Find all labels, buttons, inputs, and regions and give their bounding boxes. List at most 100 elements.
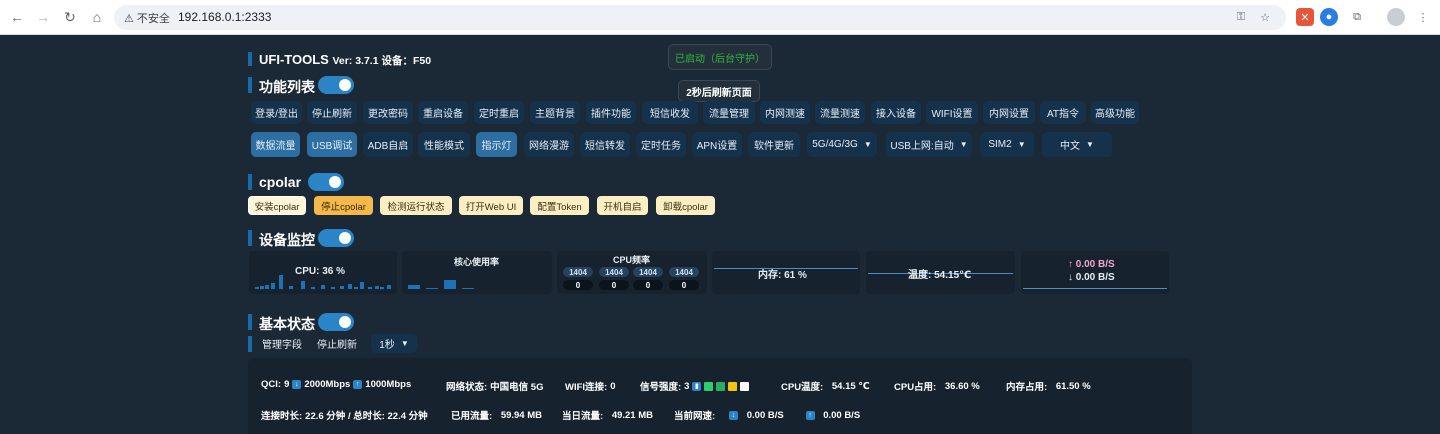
autostart-button[interactable]: 开机自启 <box>597 196 648 215</box>
toggle-button[interactable]: 短信转发 <box>580 132 630 157</box>
basic-status-title: 基本状态 <box>259 316 315 332</box>
toggle-button[interactable]: 网络漫游 <box>524 132 574 157</box>
forward-icon[interactable]: → <box>32 6 54 28</box>
cpu-history-bar <box>368 287 372 289</box>
feature-button[interactable]: 定时重启 <box>474 101 524 124</box>
stop-refresh-button[interactable]: 停止刷新 <box>313 334 361 353</box>
toggle-button[interactable]: USB调试 <box>307 132 357 157</box>
feature-button[interactable]: 插件功能 <box>586 101 636 124</box>
key-icon[interactable]: ⚿ <box>1232 8 1250 26</box>
status-label: 内存占用: <box>1006 382 1048 393</box>
cpu-history-bar <box>331 287 335 289</box>
status-value: 61.50 % <box>1055 380 1091 392</box>
signal-icon: ▮ <box>692 381 702 391</box>
toggle-button[interactable]: 指示灯 <box>476 132 517 157</box>
cpolar-title: cpolar <box>259 174 302 190</box>
extension-icon[interactable]: ✕ <box>1296 8 1314 26</box>
star-icon[interactable]: ☆ <box>1256 8 1274 26</box>
address-bar[interactable]: ⚠ 不安全 192.168.0.1:2333 <box>114 5 1286 30</box>
feature-button[interactable]: 内网设置 <box>983 101 1035 124</box>
toggle-button[interactable]: APN设置 <box>692 132 742 157</box>
download-icon: ↓ <box>292 380 302 389</box>
feature-button[interactable]: 短信收发 <box>642 101 698 124</box>
check-status-button[interactable]: 检测运行状态 <box>380 196 452 215</box>
cpu-use-status: CPU占用: 36.60 % <box>894 379 980 394</box>
toggle-button[interactable]: ADB自启 <box>363 132 413 157</box>
select-value: 5G/4G/3G <box>812 139 858 150</box>
section-marker <box>248 52 252 66</box>
toggle-button[interactable]: 数据流量 <box>251 132 300 157</box>
feature-button[interactable]: AT指令 <box>1040 101 1086 124</box>
app-name: UFI-TOOLS <box>259 52 329 67</box>
config-token-button[interactable]: 配置Token <box>530 196 589 215</box>
feature-button[interactable]: 高级功能 <box>1091 101 1139 124</box>
browser-toolbar: ← → ↻ ⌂ ⚠ 不安全 192.168.0.1:2333 ⚿ ☆ ✕ ● ⧉… <box>0 0 1440 35</box>
select-value: SIM2 <box>988 139 1012 150</box>
cpu-history-bar <box>260 286 264 289</box>
feature-button[interactable]: 流量管理 <box>703 101 755 124</box>
used-traffic-status: 已用流量: 59.94 MB <box>451 408 542 423</box>
status-label: 连接时长: <box>261 411 303 422</box>
freq-value: 1404 <box>669 267 699 277</box>
stop-cpolar-button[interactable]: 停止cpolar <box>314 196 373 215</box>
feature-button[interactable]: 登录/登出 <box>251 101 302 124</box>
open-webui-button[interactable]: 打开Web UI <box>459 196 523 215</box>
feature-button[interactable]: 内网测速 <box>760 101 810 124</box>
status-value: 0 <box>610 380 616 392</box>
puzzle-icon[interactable]: ⧉ <box>1348 8 1366 26</box>
cpu-history-bar <box>321 285 325 289</box>
freq-value: 1404 <box>633 267 663 277</box>
feature-button[interactable]: 流量测速 <box>815 101 865 124</box>
network-speed-card: ↑ 0.00 B/S ↓ 0.00 B/S <box>1021 251 1169 294</box>
toggle-button[interactable]: 定时任务 <box>636 132 686 157</box>
memory-card: 内存: 61 % <box>712 251 860 294</box>
toggle-button[interactable]: 软件更新 <box>748 132 800 157</box>
home-icon[interactable]: ⌂ <box>86 6 108 28</box>
status-label: 网络状态: <box>446 382 488 393</box>
feature-button[interactable]: 主题背景 <box>530 101 580 124</box>
status-label: QCI: <box>261 379 282 390</box>
toggle-button[interactable]: 性能模式 <box>418 132 470 157</box>
uninstall-cpolar-button[interactable]: 卸载cpolar <box>656 196 715 215</box>
status-value: 0.00 B/S <box>823 409 861 421</box>
refresh-interval-select[interactable]: 1秒 ▼ <box>371 334 417 353</box>
status-value: 1000Mbps <box>365 379 412 390</box>
status-value: 22.6 分钟 / 总时长: 22.4 分钟 <box>305 411 428 422</box>
features-toggle[interactable] <box>318 76 354 94</box>
signal-indicator <box>740 381 750 391</box>
back-icon[interactable]: ← <box>6 6 28 28</box>
feature-button[interactable]: 停止刷新 <box>307 101 357 124</box>
install-cpolar-button[interactable]: 安装cpolar <box>248 196 306 215</box>
security-indicator[interactable]: ⚠ 不安全 <box>124 10 170 26</box>
chevron-down-icon: ▼ <box>1086 140 1094 149</box>
feature-button[interactable]: 重启设备 <box>418 101 468 124</box>
feature-button[interactable]: WIFI设置 <box>926 101 978 124</box>
network-mode-select[interactable]: 5G/4G/3G ▼ <box>807 132 877 157</box>
speed-graph-line <box>1023 288 1167 289</box>
status-value: 2000Mbps <box>304 379 351 390</box>
extension-icon[interactable]: ● <box>1320 8 1338 26</box>
profile-avatar[interactable] <box>1387 8 1405 26</box>
reload-icon[interactable]: ↻ <box>59 6 81 28</box>
cpu-history-bar <box>271 283 275 289</box>
freq-value: 1404 <box>599 267 629 277</box>
mem-use-status: 内存占用: 61.50 % <box>1006 379 1091 394</box>
core-bar <box>462 288 474 289</box>
sim-select[interactable]: SIM2 ▼ <box>980 132 1034 157</box>
status-label: 信号强度: <box>640 382 682 393</box>
feature-button[interactable]: 更改密码 <box>363 101 413 124</box>
cpu-history-bar <box>301 281 305 289</box>
monitor-toggle[interactable] <box>318 229 354 247</box>
core-bar <box>444 280 456 289</box>
usb-mode-select[interactable]: USB上网:自动 ▼ <box>886 132 972 157</box>
freq-value: 1404 <box>563 267 593 277</box>
feature-button[interactable]: 接入设备 <box>871 101 921 124</box>
cpu-history-bar <box>354 287 358 289</box>
chevron-down-icon: ▼ <box>863 140 872 149</box>
basic-status-toggle[interactable] <box>318 313 354 331</box>
manage-fields-button[interactable]: 管理字段 <box>257 334 307 353</box>
network-status: 网络状态: 中国电信 5G <box>446 379 543 393</box>
language-select[interactable]: 中文 ▼ <box>1042 132 1112 157</box>
menu-icon[interactable]: ⋮ <box>1414 8 1432 26</box>
cpolar-toggle[interactable] <box>308 173 344 191</box>
